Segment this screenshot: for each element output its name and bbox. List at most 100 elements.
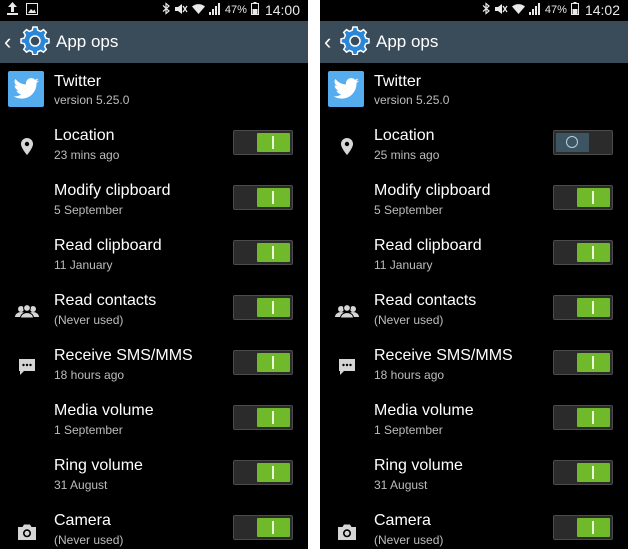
op-row-location[interactable]: Location 25 mins ago	[320, 125, 628, 180]
op-row-receive-sms-mms[interactable]: Receive SMS/MMS 18 hours ago	[0, 345, 308, 400]
twitter-bird-icon	[8, 71, 44, 107]
action-bar-title: App ops	[376, 32, 439, 51]
op-title: Ring volume	[54, 457, 143, 474]
app-header: Twitter version 5.25.0	[0, 66, 308, 112]
bluetooth-icon	[162, 2, 170, 18]
camera-icon	[14, 519, 40, 545]
phone-screen-left: 47% 14:00 ‹ App ops Twitter version 5.25…	[0, 0, 308, 549]
op-title: Camera	[54, 512, 111, 529]
op-last-used: 31 August	[374, 478, 428, 492]
battery-percent: 47%	[544, 4, 567, 16]
phone-screen-right: 47% 14:02 ‹ App ops Twitter version 5.25…	[320, 0, 628, 549]
location-icon	[14, 134, 40, 160]
app-name: Twitter	[374, 73, 422, 90]
op-toggle-switch[interactable]	[233, 185, 293, 210]
wifi-icon	[511, 3, 525, 17]
mute-icon	[174, 3, 188, 18]
battery-percent: 47%	[224, 4, 247, 16]
op-title: Modify clipboard	[54, 182, 171, 199]
settings-gear-icon[interactable]	[18, 25, 56, 60]
status-time: 14:00	[264, 2, 300, 18]
op-title: Read contacts	[54, 292, 157, 309]
op-row-ring-volume[interactable]: Ring volume 31 August	[0, 455, 308, 510]
op-row-location[interactable]: Location 23 mins ago	[0, 125, 308, 180]
op-last-used: (Never used)	[54, 533, 124, 547]
op-last-used: 18 hours ago	[374, 368, 445, 382]
action-bar: ‹ App ops	[0, 21, 308, 63]
op-toggle-switch[interactable]	[553, 405, 613, 430]
op-toggle-switch[interactable]	[553, 130, 613, 155]
op-last-used: 11 January	[54, 258, 113, 272]
op-toggle-switch[interactable]	[233, 240, 293, 265]
camera-icon	[334, 519, 360, 545]
message-icon	[334, 354, 360, 380]
op-title: Media volume	[54, 402, 154, 419]
op-row-read-contacts[interactable]: Read contacts (Never used)	[0, 290, 308, 345]
op-row-receive-sms-mms[interactable]: Receive SMS/MMS 18 hours ago	[320, 345, 628, 400]
signal-icon	[208, 2, 221, 18]
op-toggle-switch[interactable]	[553, 515, 613, 540]
op-row-modify-clipboard[interactable]: Modify clipboard 5 September	[320, 180, 628, 235]
op-title: Receive SMS/MMS	[54, 347, 193, 364]
op-last-used: 31 August	[54, 478, 108, 492]
op-last-used: (Never used)	[54, 313, 124, 327]
op-row-read-contacts[interactable]: Read contacts (Never used)	[320, 290, 628, 345]
action-bar: ‹ App ops	[320, 21, 628, 63]
op-row-ring-volume[interactable]: Ring volume 31 August	[320, 455, 628, 510]
op-toggle-switch[interactable]	[553, 295, 613, 320]
op-last-used: 18 hours ago	[54, 368, 125, 382]
settings-gear-icon[interactable]	[338, 25, 376, 60]
op-title: Ring volume	[374, 457, 463, 474]
battery-icon	[570, 2, 579, 18]
op-toggle-switch[interactable]	[553, 185, 613, 210]
signal-icon	[528, 2, 541, 18]
op-toggle-switch[interactable]	[553, 460, 613, 485]
wifi-icon	[191, 3, 205, 17]
contacts-icon	[334, 299, 360, 325]
op-title: Camera	[374, 512, 431, 529]
op-title: Read clipboard	[374, 237, 482, 254]
action-bar-title: App ops	[56, 32, 119, 51]
bluetooth-icon	[482, 2, 490, 18]
op-row-camera[interactable]: Camera (Never used)	[320, 510, 628, 549]
op-toggle-switch[interactable]	[233, 130, 293, 155]
status-bar: 47% 14:02	[320, 0, 628, 21]
op-last-used: (Never used)	[374, 533, 444, 547]
op-last-used: 23 mins ago	[54, 148, 120, 162]
op-row-media-volume[interactable]: Media volume 1 September	[0, 400, 308, 455]
op-title: Media volume	[374, 402, 474, 419]
op-last-used: 1 September	[374, 423, 443, 437]
op-toggle-switch[interactable]	[233, 515, 293, 540]
mute-icon	[494, 3, 508, 18]
op-last-used: (Never used)	[374, 313, 444, 327]
status-bar: 47% 14:00	[0, 0, 308, 21]
app-name: Twitter	[54, 73, 102, 90]
app-version: version 5.25.0	[374, 93, 450, 107]
op-toggle-switch[interactable]	[233, 295, 293, 320]
status-time: 14:02	[584, 2, 620, 18]
op-last-used: 1 September	[54, 423, 123, 437]
op-last-used: 11 January	[374, 258, 433, 272]
twitter-bird-icon	[328, 71, 364, 107]
op-title: Read clipboard	[54, 237, 162, 254]
location-icon	[334, 134, 360, 160]
op-title: Receive SMS/MMS	[374, 347, 513, 364]
op-toggle-switch[interactable]	[553, 240, 613, 265]
op-toggle-switch[interactable]	[233, 350, 293, 375]
back-chevron-icon[interactable]: ‹	[4, 21, 18, 63]
upload-icon	[7, 2, 18, 18]
op-row-read-clipboard[interactable]: Read clipboard 11 January	[0, 235, 308, 290]
op-row-media-volume[interactable]: Media volume 1 September	[320, 400, 628, 455]
battery-icon	[250, 2, 259, 18]
op-toggle-switch[interactable]	[233, 405, 293, 430]
app-version: version 5.25.0	[54, 93, 130, 107]
op-toggle-switch[interactable]	[233, 460, 293, 485]
op-row-modify-clipboard[interactable]: Modify clipboard 5 September	[0, 180, 308, 235]
op-row-read-clipboard[interactable]: Read clipboard 11 January	[320, 235, 628, 290]
op-toggle-switch[interactable]	[553, 350, 613, 375]
message-icon	[14, 354, 40, 380]
op-title: Read contacts	[374, 292, 477, 309]
back-chevron-icon[interactable]: ‹	[324, 21, 338, 63]
op-row-camera[interactable]: Camera (Never used)	[0, 510, 308, 549]
op-last-used: 5 September	[54, 203, 123, 217]
